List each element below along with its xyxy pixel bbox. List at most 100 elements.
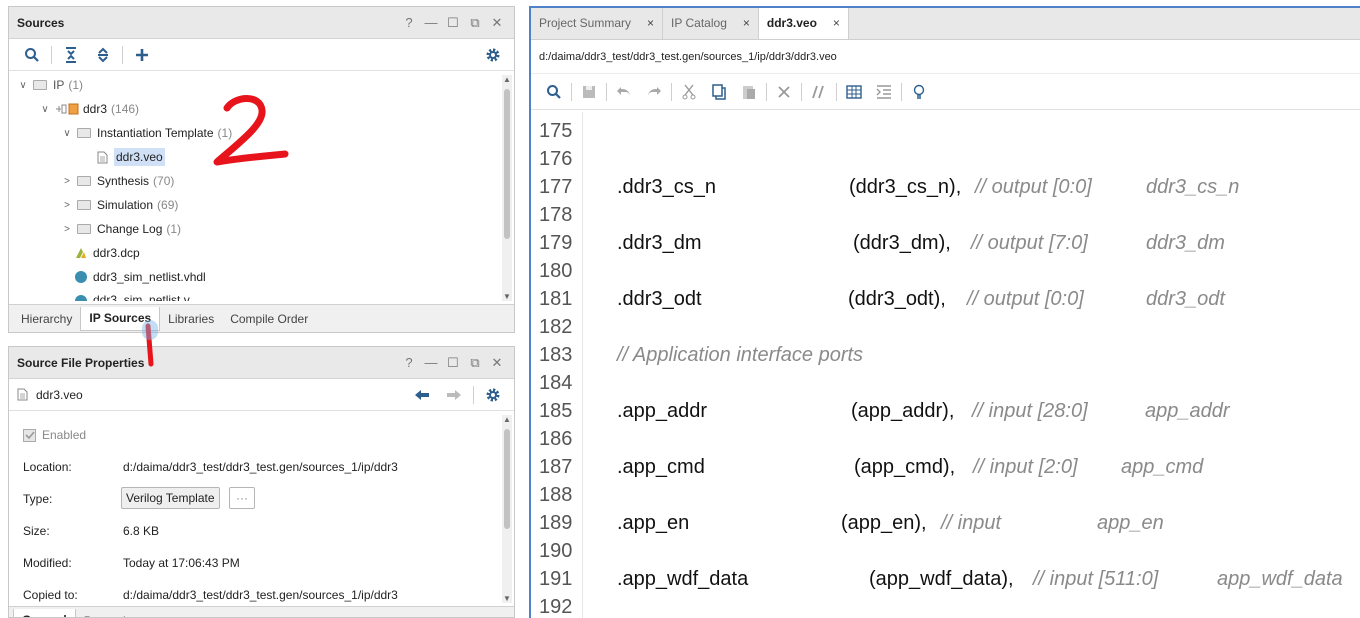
scroll-thumb[interactable] [504,89,510,239]
checkbox-icon[interactable] [23,428,36,442]
netlist-icon [75,295,87,301]
scroll-thumb[interactable] [504,429,510,529]
properties-scrollbar[interactable]: ▲ ▼ [502,415,512,603]
chevron-down-icon[interactable]: ∨ [61,128,73,139]
undo-icon[interactable] [609,79,639,105]
tab-label: ddr3.veo [766,16,817,30]
close-icon[interactable]: × [743,16,750,30]
line-number: 183 [539,344,573,366]
chevron-right-icon[interactable]: > [61,200,73,211]
collapse-all-icon[interactable] [56,43,86,67]
comment-name: app_addr [1145,400,1230,422]
cut-icon[interactable] [674,79,704,105]
more-options-button[interactable]: ··· [229,487,255,509]
scroll-down-icon[interactable]: ▼ [503,594,511,603]
tree-item-synthesis[interactable]: > Synthesis (70) [61,169,174,193]
toolbar-separator [766,82,767,101]
copy-icon[interactable] [704,79,734,105]
scroll-up-icon[interactable]: ▲ [503,75,511,84]
prop-label: Type: [23,492,53,506]
float-icon[interactable]: ⧉ [466,354,484,372]
save-icon[interactable] [574,79,604,105]
tab-ddr3-veo[interactable]: ddr3.veo × [758,8,849,39]
tree-item-label: ddr3_sim_netlist.vhdl [93,270,206,284]
gear-icon[interactable] [478,43,508,67]
float-icon[interactable]: ⧉ [466,14,484,32]
sources-scrollbar[interactable]: ▲ ▼ [502,75,512,301]
add-sources-icon[interactable] [127,43,157,67]
tree-item-simulation[interactable]: > Simulation (69) [61,193,178,217]
code-area[interactable]: 175 176 177 178 179 180 181 182 183 184 … [531,112,1360,618]
help-icon[interactable]: ? [400,14,418,32]
column-select-icon[interactable] [839,79,869,105]
paste-icon[interactable] [734,79,764,105]
tab-general[interactable]: General [13,608,76,617]
line-number: 176 [539,148,573,170]
line-number: 185 [539,400,573,422]
netlist-icon [75,271,87,283]
tree-item-label: ddr3 [83,102,108,116]
tab-ip-catalog[interactable]: IP Catalog × [663,8,759,39]
tab-libraries[interactable]: Libraries [160,307,222,331]
close-icon[interactable]: × [647,16,654,30]
comment-toggle-icon[interactable] [804,79,834,105]
tree-item-count: (70) [153,174,175,188]
search-icon[interactable] [539,79,569,105]
redo-icon[interactable] [639,79,669,105]
minimize-icon[interactable]: — [422,354,440,372]
toolbar-separator [571,82,572,101]
back-arrow-icon[interactable] [407,383,437,407]
comment-name: ddr3_odt [1146,288,1225,310]
maximize-icon[interactable]: ☐ [444,354,462,372]
tree-item-ddr3-veo[interactable]: ddr3.veo [97,145,165,169]
toolbar-separator [122,45,123,64]
tab-properties[interactable]: Properties [76,609,147,618]
tab-compile-order[interactable]: Compile Order [222,307,316,331]
properties-toolbar: ddr3.veo [9,379,514,411]
chevron-down-icon[interactable]: ∨ [17,80,29,91]
comment: // input [28:0] [972,400,1088,422]
scroll-down-icon[interactable]: ▼ [503,292,511,301]
folder-icon [77,200,91,210]
toolbar-separator [801,82,802,101]
prop-label: Copied to: [23,588,78,602]
close-icon[interactable]: ✕ [488,354,506,372]
tree-item-change-log[interactable]: > Change Log (1) [61,217,181,241]
chevron-right-icon[interactable]: > [61,224,73,235]
line-number: 191 [539,568,573,590]
chevron-right-icon[interactable]: > [61,176,73,187]
tree-item-ddr3[interactable]: ∨ ddr3 (146) [39,97,139,121]
chevron-down-icon[interactable]: ∨ [39,104,51,115]
maximize-icon[interactable]: ☐ [444,14,462,32]
lightbulb-icon[interactable] [904,79,934,105]
minimize-icon[interactable]: — [422,14,440,32]
file-icon [17,388,28,401]
close-icon[interactable]: × [833,16,840,30]
tab-hierarchy[interactable]: Hierarchy [13,307,80,331]
prop-row-location: Location: d:/daima/ddr3_test/ddr3_test.g… [23,457,398,477]
tree-item-ip[interactable]: ∨ IP (1) [17,73,83,97]
indent-icon[interactable] [869,79,899,105]
sources-toolbar [9,39,514,71]
enabled-checkbox-row[interactable]: Enabled [23,425,86,445]
type-value-button[interactable]: Verilog Template [121,487,220,509]
forward-arrow-icon[interactable] [439,383,469,407]
tree-item-sim-netlist-v[interactable]: ddr3_sim_netlist.v [75,289,190,301]
code-editor: Project Summary × IP Catalog × ddr3.veo … [529,6,1360,618]
delete-icon[interactable] [769,79,799,105]
expand-all-icon[interactable] [88,43,118,67]
scroll-up-icon[interactable]: ▲ [503,415,511,424]
tree-item-count: (146) [111,102,140,116]
toolbar-separator [901,82,902,101]
tab-project-summary[interactable]: Project Summary × [531,8,664,39]
close-icon[interactable]: ✕ [488,14,506,32]
tree-item-label: ddr3_sim_netlist.v [93,293,190,301]
prop-row-modified: Modified: Today at 17:06:43 PM [23,553,240,573]
tree-item-sim-netlist-vhdl[interactable]: ddr3_sim_netlist.vhdl [75,265,206,289]
annotation-cursor-highlight [142,320,158,340]
comment-name: ddr3_dm [1146,232,1225,254]
gear-icon[interactable] [478,383,508,407]
tree-item-ddr3-dcp[interactable]: ddr3.dcp [75,241,140,265]
help-icon[interactable]: ? [400,354,418,372]
search-icon[interactable] [17,43,47,67]
